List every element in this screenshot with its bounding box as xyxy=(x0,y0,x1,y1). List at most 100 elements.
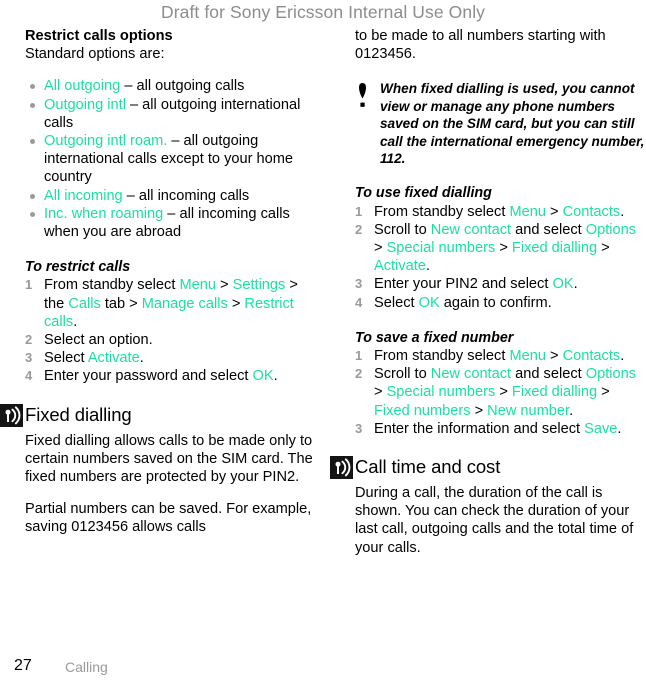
menu-path-token: Activate xyxy=(87,350,140,367)
fixed-dialling-section-heading: Fixed dialling xyxy=(0,403,315,427)
step-text: > xyxy=(545,203,563,220)
step-text: > xyxy=(495,384,512,401)
draft-watermark-banner: Draft for Sony Ericsson Internal Use Onl… xyxy=(160,2,486,22)
menu-path-token: Activate xyxy=(374,258,426,275)
menu-path-token: Calls xyxy=(68,295,101,312)
to-use-fixed-dialling-heading: To use fixed dialling xyxy=(355,185,492,202)
restrict-options-list: All outgoing – all outgoing calls Outgoin… xyxy=(25,77,315,241)
step-text: . xyxy=(620,348,625,365)
to-use-fixed-dialling-steps: From standby select Menu > Contacts. Scro… xyxy=(355,203,645,312)
step-text: Select an option. xyxy=(44,332,153,349)
menu-path-token: Fixed dialling xyxy=(511,240,598,257)
right-column: to be made to all numbers starting with … xyxy=(330,27,645,557)
menu-path-token: New contact xyxy=(430,221,512,238)
step-text: > xyxy=(470,402,488,419)
exclamation-icon xyxy=(358,82,367,109)
option-term: All outgoing xyxy=(44,78,121,95)
to-restrict-calls-heading: To restrict calls xyxy=(25,259,131,276)
option-term: Outgoing intl xyxy=(44,96,126,113)
caution-note: When fixed dialling is used, you cannot … xyxy=(355,80,645,167)
menu-path-token: Contacts xyxy=(562,348,621,365)
call-time-paragraph-1: During a call, the duration of the call … xyxy=(355,485,634,556)
step-text: . xyxy=(425,258,430,275)
page-number: 27 xyxy=(14,657,32,674)
step-text: > xyxy=(215,277,233,294)
section-title: Fixed dialling xyxy=(25,403,132,425)
page-footer: 27 Calling xyxy=(14,655,632,677)
step-text: Enter your password and select xyxy=(44,368,253,385)
list-item: Scroll to New contact and select Options… xyxy=(355,365,645,420)
menu-path-token: Manage calls xyxy=(141,295,228,312)
menu-path-token: New number xyxy=(487,402,570,419)
list-item: Enter the information and select Save. xyxy=(355,420,645,438)
fixed-dialling-paragraph-2: Partial numbers can be saved. For exampl… xyxy=(25,501,312,536)
step-text: Scroll to xyxy=(374,221,431,238)
to-save-fixed-number-heading: To save a fixed number xyxy=(355,329,514,346)
menu-path-token: Settings xyxy=(232,277,286,294)
call-time-and-cost-section-heading: Call time and cost xyxy=(330,455,645,480)
menu-path-token: Contacts xyxy=(562,203,621,220)
step-text: > xyxy=(374,240,387,257)
menu-path-token: Special numbers xyxy=(386,384,496,401)
menu-path-token: New contact xyxy=(430,366,512,383)
step-text: and select xyxy=(511,366,586,383)
step-text: . xyxy=(573,276,578,293)
menu-path-token: OK xyxy=(418,294,440,311)
step-text: From standby select xyxy=(44,277,180,294)
menu-path-token: Menu xyxy=(509,203,546,220)
broadcast-antenna-icon xyxy=(330,456,353,480)
option-description: – all outgoing calls xyxy=(120,78,245,95)
step-text: Enter your PIN2 and select xyxy=(374,276,553,293)
option-description: – all incoming calls xyxy=(122,187,250,204)
menu-path-token: Menu xyxy=(509,348,546,365)
restrict-calls-intro: Standard options are: xyxy=(25,46,165,63)
caution-note-text: When fixed dialling is used, you cannot … xyxy=(380,81,645,167)
list-item: Inc. when roaming – all incoming calls w… xyxy=(25,205,315,241)
list-item: Select an option. xyxy=(25,331,315,349)
chapter-name: Calling xyxy=(65,659,108,675)
step-text: From standby select xyxy=(374,348,510,365)
menu-path-token: Save xyxy=(584,420,618,437)
menu-path-token: Menu xyxy=(179,277,216,294)
step-text: . xyxy=(617,420,622,437)
left-column: Restrict calls options Standard options … xyxy=(0,27,315,537)
section-title: Call time and cost xyxy=(355,456,501,478)
menu-path-token: Options xyxy=(585,221,637,238)
fixed-dialling-paragraph-1: Fixed dialling allows calls to be made o… xyxy=(25,432,313,486)
step-text: > xyxy=(597,240,610,257)
list-item: All incoming – all incoming calls xyxy=(25,187,315,205)
list-item: Outgoing intl roam. – all outgoing inter… xyxy=(25,132,315,187)
step-text: . xyxy=(273,368,278,385)
list-item: Enter your PIN2 and select OK. xyxy=(355,275,645,293)
step-text: . xyxy=(569,402,574,419)
step-text: > xyxy=(227,295,245,312)
list-item: Select Activate. xyxy=(25,349,315,367)
menu-path-token: OK xyxy=(552,276,574,293)
to-save-fixed-number-steps: From standby select Menu > Contacts. Scro… xyxy=(355,347,645,438)
list-item: Scroll to New contact and select Options… xyxy=(355,221,645,276)
option-term: Inc. when roaming xyxy=(44,205,164,222)
menu-path-token: Fixed numbers xyxy=(374,402,471,419)
document-page: Restrict calls options Standard options … xyxy=(0,27,646,647)
list-item: Outgoing intl – all outgoing internation… xyxy=(25,96,315,132)
step-text: Enter the information and select xyxy=(374,420,585,437)
step-text: tab > xyxy=(100,295,142,312)
menu-path-token: Special numbers xyxy=(386,240,496,257)
list-item: All outgoing – all outgoing calls xyxy=(25,77,315,95)
menu-path-token: OK xyxy=(252,368,274,385)
step-text: . xyxy=(73,313,78,330)
step-text: Select xyxy=(374,294,419,311)
step-text: Select xyxy=(44,350,88,367)
step-text: . xyxy=(620,203,625,220)
menu-path-token: Options xyxy=(585,366,637,383)
step-text: and select xyxy=(511,221,586,238)
list-item: Enter your password and select OK. xyxy=(25,367,315,385)
step-text: > xyxy=(495,240,512,257)
list-item: From standby select Menu > Settings > th… xyxy=(25,276,315,331)
fixed-dialling-continuation: to be made to all numbers starting with … xyxy=(355,28,606,63)
step-text: . xyxy=(139,350,144,367)
step-text: Scroll to xyxy=(374,366,431,383)
restrict-calls-options-heading: Restrict calls options xyxy=(25,28,173,44)
option-term: Outgoing intl roam. xyxy=(44,133,168,150)
step-text: From standby select xyxy=(374,203,510,220)
